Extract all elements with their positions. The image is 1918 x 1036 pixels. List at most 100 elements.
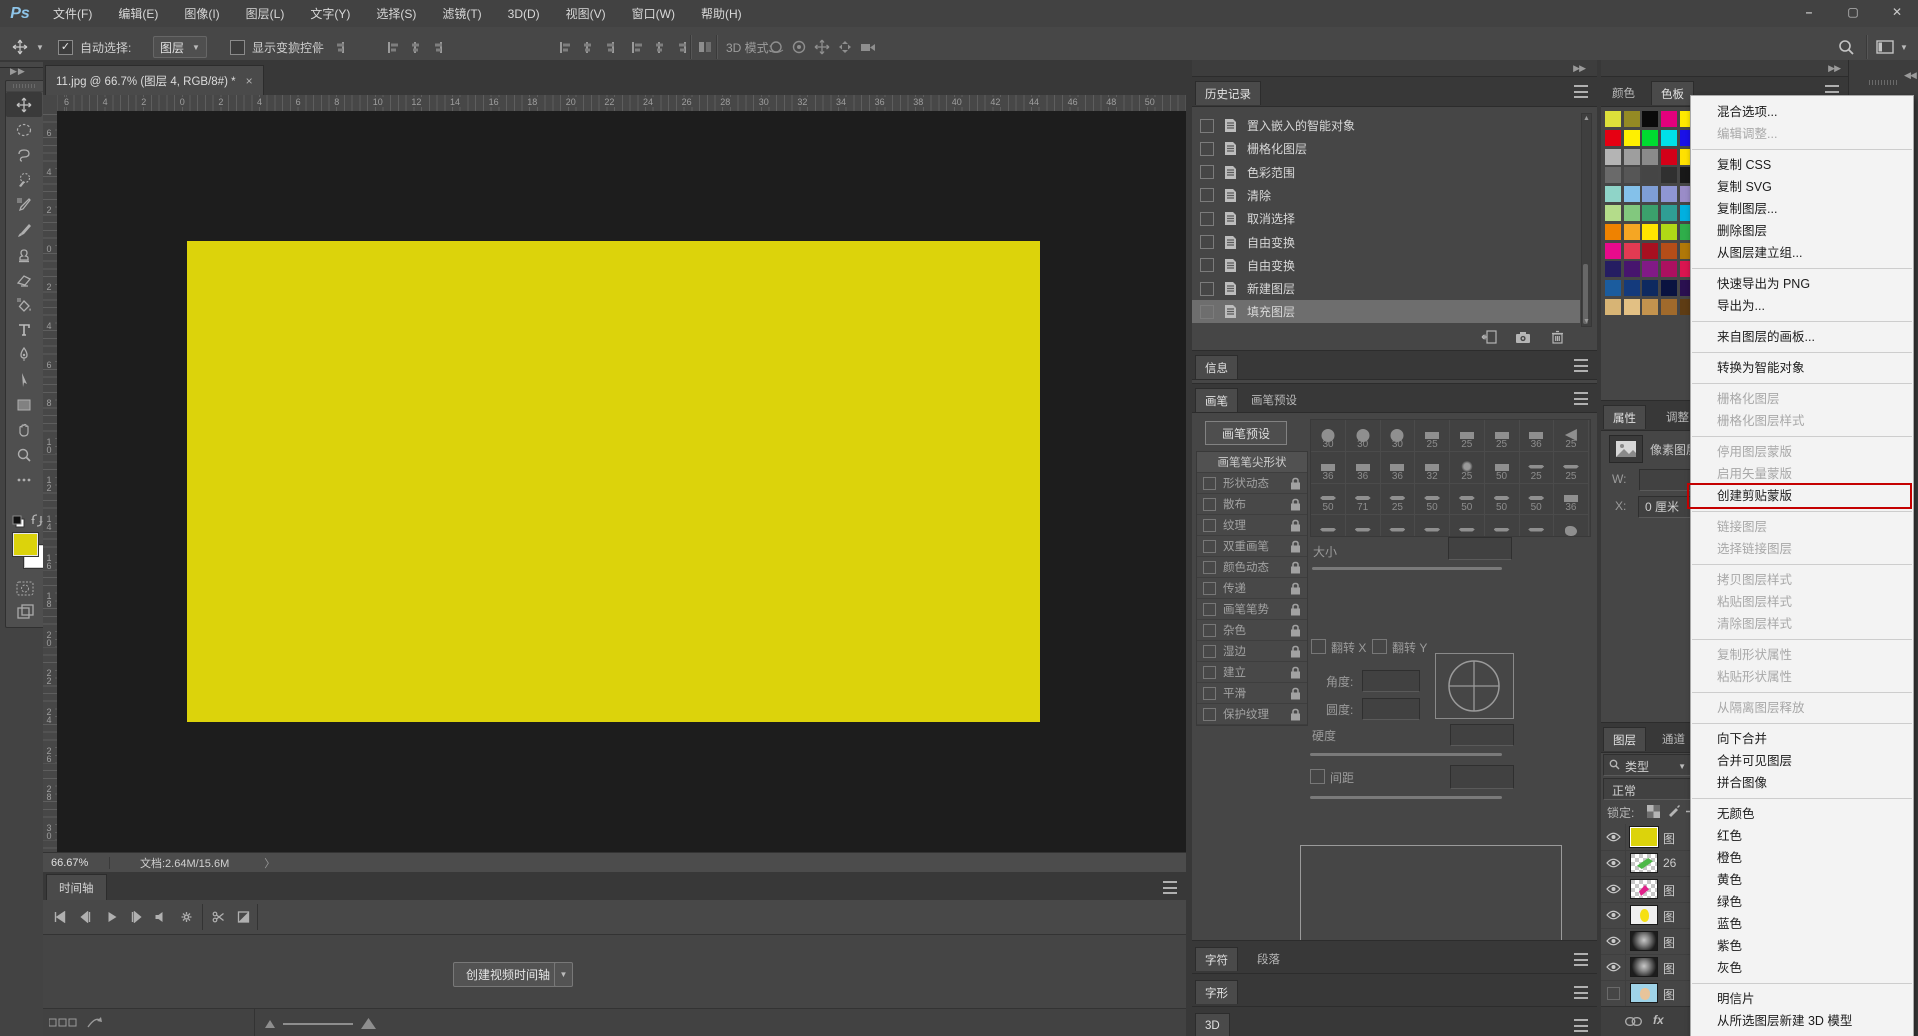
document-tab[interactable]: 11.jpg @ 66.7% (图层 4, RGB/8#) * ×	[45, 65, 264, 96]
color-swatch[interactable]	[1661, 205, 1678, 221]
brush-option-item[interactable]: 形状动态	[1197, 473, 1307, 494]
size-slider[interactable]	[1312, 567, 1502, 570]
next-frame-icon[interactable]	[130, 911, 143, 923]
hardness-slider[interactable]	[1310, 753, 1502, 756]
layer-thumbnail[interactable]	[1630, 905, 1658, 925]
color-swatch[interactable]	[1623, 205, 1640, 221]
layer-visibility-toggle[interactable]	[1601, 954, 1626, 980]
color-swatch[interactable]	[1605, 129, 1621, 146]
color-swatch[interactable]	[1605, 111, 1621, 127]
lock-icon[interactable]	[1290, 519, 1301, 532]
hand-tool[interactable]	[6, 417, 42, 442]
menubar-item[interactable]: 文件(F)	[40, 7, 105, 21]
flip-x-checkbox[interactable]	[1311, 639, 1326, 654]
context-menu-item[interactable]: 拷贝图层样式	[1691, 569, 1913, 591]
color-swatch[interactable]	[1605, 299, 1621, 315]
type-tool[interactable]	[6, 317, 42, 342]
color-swatch[interactable]	[1642, 111, 1659, 127]
context-menu-item[interactable]: 蓝色	[1691, 913, 1913, 935]
snapshot-camera-icon[interactable]	[1512, 328, 1534, 346]
tab-info[interactable]: 信息	[1195, 355, 1238, 379]
menubar-item[interactable]: 编辑(E)	[105, 7, 171, 21]
brush-option-item[interactable]: 建立	[1197, 662, 1307, 683]
create-video-timeline-button[interactable]: 创建视频时间轴	[453, 962, 564, 987]
3d-menu-icon[interactable]	[1574, 1019, 1589, 1032]
context-menu-item[interactable]: 选择链接图层	[1691, 538, 1913, 560]
history-item[interactable]: 取消选择	[1192, 207, 1580, 230]
context-menu-item[interactable]: 停用图层蒙版	[1691, 441, 1913, 463]
lock-transparency-icon[interactable]	[1647, 805, 1660, 818]
prev-frame-icon[interactable]	[78, 911, 91, 923]
dock-grip[interactable]	[1869, 80, 1897, 85]
angle-field[interactable]	[1362, 670, 1420, 692]
history-source-checkbox[interactable]	[1200, 235, 1214, 249]
quick-mask-button[interactable]	[7, 576, 43, 601]
spacing-field[interactable]	[1450, 765, 1514, 789]
brush-tip-cell[interactable]: 25	[1449, 451, 1485, 484]
pan-icon[interactable]	[814, 39, 830, 55]
brush-tip-cell[interactable]: 30	[1345, 420, 1381, 452]
close-button[interactable]: ✕	[1882, 3, 1912, 22]
context-menu-item[interactable]: 混合选项...	[1691, 101, 1913, 123]
rectangle-tool[interactable]	[6, 392, 42, 417]
tab-brush[interactable]: 画笔	[1195, 388, 1238, 412]
context-menu-item[interactable]: 红色	[1691, 825, 1913, 847]
lock-icon[interactable]	[1290, 687, 1301, 700]
menubar-item[interactable]: 文字(Y)	[297, 7, 363, 21]
color-swatch[interactable]	[1623, 148, 1640, 165]
character-menu-icon[interactable]	[1574, 953, 1589, 966]
brush-option-checkbox[interactable]	[1203, 707, 1216, 721]
align-icon[interactable]	[630, 40, 644, 54]
brush-tip-cell[interactable]: 30	[1311, 420, 1346, 452]
zoom-out-slider-icon[interactable]	[265, 1020, 275, 1028]
timeline-menu-icon[interactable]	[1163, 881, 1178, 894]
context-menu-item[interactable]: 复制形状属性	[1691, 644, 1913, 666]
create-timeline-dropdown[interactable]: ▼	[554, 962, 573, 987]
lock-icon[interactable]	[1290, 477, 1301, 490]
menubar-item[interactable]: 图像(I)	[171, 7, 232, 21]
timeline-tab[interactable]: 时间轴	[46, 874, 107, 901]
context-menu-item[interactable]: 灰色	[1691, 957, 1913, 979]
menubar-item[interactable]: 窗口(W)	[619, 7, 688, 21]
color-swatch[interactable]	[1605, 186, 1621, 203]
align-icon[interactable]	[311, 40, 325, 54]
color-swatch[interactable]	[1642, 223, 1659, 240]
brush-option-checkbox[interactable]	[1203, 665, 1216, 679]
history-source-checkbox[interactable]	[1200, 141, 1214, 156]
flip-y-checkbox[interactable]	[1372, 639, 1387, 654]
history-item[interactable]: 填充图层	[1192, 300, 1580, 324]
context-menu-item[interactable]: 删除图层	[1691, 220, 1913, 242]
tab-properties[interactable]: 属性	[1603, 405, 1646, 429]
quick-select-tool[interactable]	[6, 167, 42, 192]
brush-option-item[interactable]: 杂色	[1197, 620, 1307, 641]
tab-history[interactable]: 历史记录	[1195, 81, 1261, 105]
brush-tip-cell[interactable]: 32	[1415, 451, 1451, 484]
color-swatch[interactable]	[1623, 299, 1640, 315]
tab-3d[interactable]: 3D	[1195, 1013, 1230, 1036]
align-icon[interactable]	[581, 40, 595, 54]
color-swatch[interactable]	[1623, 280, 1640, 297]
screen-mode-button[interactable]	[7, 599, 43, 624]
color-swatch[interactable]	[1642, 261, 1659, 278]
brush-tip-cell[interactable]: 36	[1380, 451, 1416, 484]
lock-icon[interactable]	[1290, 498, 1301, 511]
brush-option-checkbox[interactable]	[1203, 560, 1216, 574]
layer-filter-dropdown[interactable]: 类型 ▼	[1603, 754, 1691, 776]
color-swatch[interactable]	[1661, 242, 1678, 259]
brush-tip-cell[interactable]	[1554, 514, 1589, 536]
lock-icon[interactable]	[1290, 561, 1301, 574]
context-menu-item[interactable]: 复制图层...	[1691, 198, 1913, 220]
context-menu-item[interactable]: 启用矢量蒙版	[1691, 463, 1913, 485]
fx-icon[interactable]: fx	[1653, 1013, 1664, 1027]
menubar-item[interactable]: 视图(V)	[553, 7, 619, 21]
context-menu-item[interactable]: 导出为...	[1691, 295, 1913, 317]
flatten-frames-icon[interactable]	[87, 1016, 103, 1029]
context-menu-item[interactable]: 粘贴形状属性	[1691, 666, 1913, 688]
canvas-area[interactable]	[57, 111, 1186, 852]
audio-icon[interactable]	[153, 911, 166, 923]
lock-icon[interactable]	[1290, 603, 1301, 616]
history-item[interactable]: 色彩范围	[1192, 161, 1580, 184]
color-swatch[interactable]	[1623, 242, 1640, 259]
history-item[interactable]: 自由变换	[1192, 254, 1580, 277]
brush-tip-shape-item[interactable]: 画笔笔尖形状	[1197, 452, 1307, 473]
